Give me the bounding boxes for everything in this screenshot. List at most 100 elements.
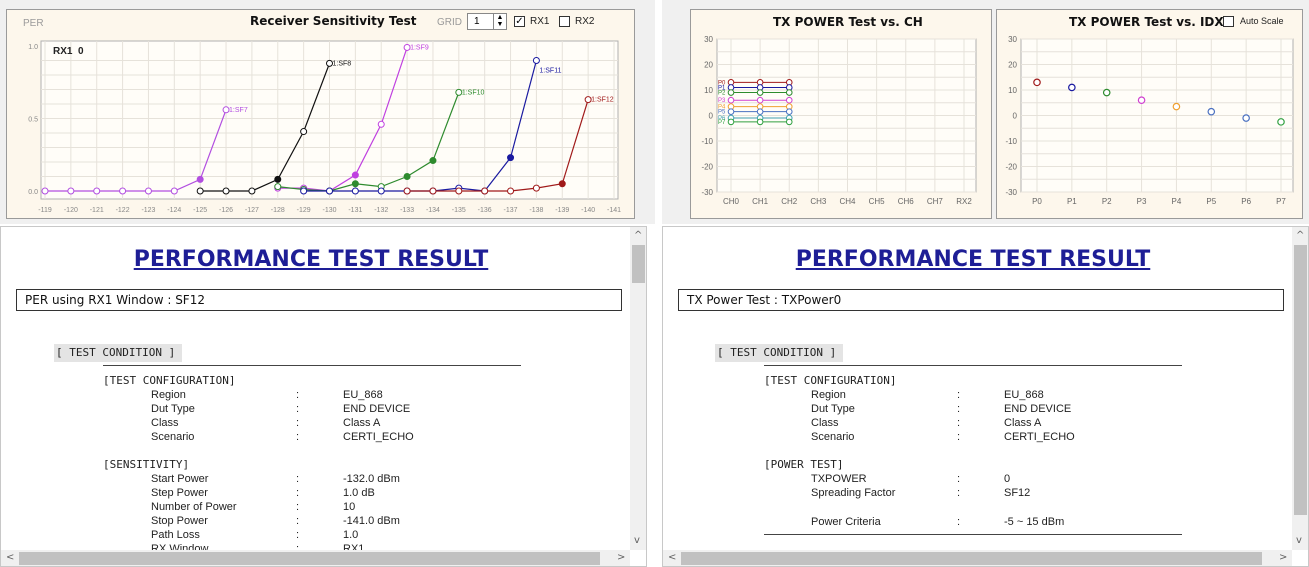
x-tick-label: -140 <box>581 207 595 214</box>
right-horizontal-scrollbar[interactable]: < > <box>663 550 1292 566</box>
left-sens-separator: : <box>296 487 300 499</box>
data-point <box>785 96 793 104</box>
data-point <box>41 187 49 195</box>
left-config-key: Scenario <box>151 431 195 443</box>
left-sens-value: -141.0 dBm <box>343 515 400 527</box>
left-config-value: CERTI_ECHO <box>343 431 414 443</box>
right-config-separator: : <box>957 431 961 443</box>
left-sens-value: -132.0 dBm <box>343 473 400 485</box>
left-config-separator: : <box>296 431 300 443</box>
right-result-box: TX Power Test : TXPower0 <box>678 289 1284 311</box>
x-tick-label: -136 <box>478 207 492 214</box>
data-point <box>377 120 385 128</box>
y-tick-label: -20 <box>701 163 713 172</box>
right-power-separator: : <box>957 487 961 499</box>
x-tick-label: -120 <box>64 207 78 214</box>
tx-idx-plot: P0 P1 P2 P3 P4 P5 P6 P7 30 20 10 0 -10 -20 -30 <box>1005 35 1294 206</box>
rx-sensitivity-chart: PER Receiver Sensitivity Test GRID 1 ▲ ▼ … <box>6 9 635 219</box>
right-vscroll-thumb[interactable] <box>1294 245 1307 515</box>
scroll-up-icon[interactable]: ^ <box>1296 230 1304 241</box>
data-point <box>1242 114 1250 122</box>
x-tick-label: -139 <box>555 207 569 214</box>
x-tick-label: -133 <box>400 207 414 214</box>
data-point <box>1277 118 1285 126</box>
left-sens-key: Stop Power <box>151 515 208 527</box>
data-point <box>1207 107 1216 116</box>
left-sens-key: Step Power <box>151 487 208 499</box>
right-vertical-scrollbar[interactable]: ^ v <box>1292 227 1308 550</box>
data-point <box>274 175 282 183</box>
scroll-down-icon[interactable]: v <box>1296 535 1302 546</box>
right-config-separator: : <box>957 403 961 415</box>
data-point <box>756 96 764 104</box>
left-vertical-scrollbar[interactable]: ^ v <box>630 227 646 550</box>
right-power-key: Spreading Factor <box>811 487 896 499</box>
x-tick-label: -134 <box>426 207 440 214</box>
left-sens-separator: : <box>296 473 300 485</box>
left-result-document[interactable]: PERFORMANCE TEST RESULT PER using RX1 Wi… <box>0 226 647 567</box>
data-point <box>727 89 735 96</box>
data-point <box>756 108 764 115</box>
x-tick-label: -121 <box>90 207 104 214</box>
right-config-key: Class <box>811 417 839 429</box>
y-tick-label: 30 <box>704 35 713 44</box>
left-config-heading: [TEST CONFIGURATION] <box>103 374 236 387</box>
scroll-up-icon[interactable]: ^ <box>634 230 642 241</box>
series-label: 1:SF8 <box>333 60 352 67</box>
data-point <box>403 187 411 195</box>
x-tick-label: P6 <box>1241 197 1251 206</box>
data-point <box>785 108 793 115</box>
x-tick-label: CH4 <box>839 197 856 206</box>
left-sens-value: 1.0 <box>343 529 359 541</box>
data-point <box>196 175 204 183</box>
left-config-value: END DEVICE <box>343 403 411 415</box>
data-point <box>300 187 308 195</box>
left-horizontal-scrollbar[interactable]: < > <box>1 550 630 566</box>
left-config-key: Class <box>151 417 179 429</box>
left-vscroll-thumb[interactable] <box>632 245 645 283</box>
scroll-left-icon[interactable]: < <box>668 552 676 563</box>
right-power-key: TXPOWER <box>811 473 867 485</box>
left-sens-value: 1.0 dB <box>343 487 375 499</box>
right-config-value: END DEVICE <box>1004 403 1072 415</box>
data-point <box>67 187 75 195</box>
right-hscroll-thumb[interactable] <box>681 552 1262 565</box>
data-point <box>351 187 359 195</box>
data-point <box>377 187 385 195</box>
left-config-value: EU_868 <box>343 389 383 401</box>
x-tick-label: -123 <box>141 207 155 214</box>
scroll-down-icon[interactable]: v <box>634 535 640 546</box>
right-result-document[interactable]: PERFORMANCE TEST RESULT TX Power Test : … <box>662 226 1309 567</box>
data-point <box>144 187 152 195</box>
data-point <box>1102 88 1111 97</box>
x-tick-label: -124 <box>167 207 181 214</box>
tx-power-idx-chart: TX POWER Test vs. IDX Auto Scale P0 P1 P2 P… <box>996 9 1303 219</box>
tx-ch-plot: CH0 CH1 CH2 CH3 CH4 CH5 CH6 CH7 RX2 30 20 10 0 -10 -20… <box>701 35 977 206</box>
data-point <box>403 173 411 180</box>
x-tick-label: -130 <box>322 207 336 214</box>
scroll-right-icon[interactable]: > <box>1279 552 1287 563</box>
right-result-title: PERFORMANCE TEST RESULT <box>795 247 1151 272</box>
x-tick-label: -132 <box>374 207 388 214</box>
right-config-separator: : <box>957 389 961 401</box>
data-point <box>248 187 256 195</box>
series-label: P5 <box>718 110 726 116</box>
data-point <box>532 184 540 192</box>
data-point <box>507 154 515 162</box>
data-point <box>300 128 308 136</box>
y-tick-label: -10 <box>701 137 713 146</box>
y-tick-label: -30 <box>1005 188 1017 197</box>
right-test-condition-heading: [ TEST CONDITION ] <box>717 346 837 359</box>
data-point <box>274 183 282 191</box>
scroll-right-icon[interactable]: > <box>617 552 625 563</box>
right-config-key: Scenario <box>811 431 855 443</box>
scroll-left-icon[interactable]: < <box>6 552 14 563</box>
x-tick-label: CH0 <box>723 197 740 206</box>
left-hscroll-thumb[interactable] <box>19 552 600 565</box>
data-point <box>326 187 333 195</box>
series-label: 1:SF12 <box>591 97 614 104</box>
left-config-separator: : <box>296 417 300 429</box>
y-tick-label: 10 <box>1008 86 1017 95</box>
power-criteria-value: -5 ~ 15 dBm <box>1004 516 1065 528</box>
x-tick-label: -135 <box>452 207 466 214</box>
